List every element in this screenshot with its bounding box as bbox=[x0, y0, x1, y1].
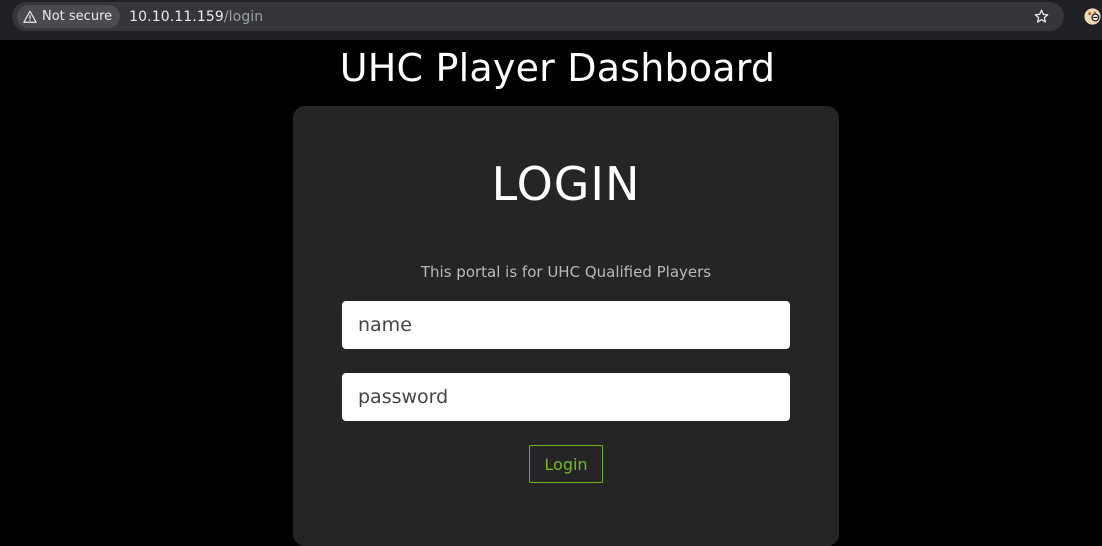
security-label: Not secure bbox=[42, 9, 113, 24]
page-title: UHC Player Dashboard bbox=[339, 46, 776, 90]
login-heading: LOGIN bbox=[491, 157, 641, 211]
url-path: /login bbox=[223, 8, 264, 25]
warning-triangle-icon bbox=[23, 10, 37, 23]
security-indicator[interactable]: Not secure bbox=[17, 5, 121, 28]
login-button[interactable]: Login bbox=[529, 445, 603, 483]
name-input[interactable] bbox=[342, 301, 790, 349]
url-text[interactable]: 10.10.11.159/login bbox=[129, 9, 263, 25]
url-host: 10.10.11.159 bbox=[129, 8, 224, 25]
page-body: UHC Player Dashboard LOGIN This portal i… bbox=[0, 40, 1102, 546]
login-card: LOGIN This portal is for UHC Qualified P… bbox=[293, 106, 839, 546]
star-icon[interactable] bbox=[1033, 8, 1050, 25]
login-subtitle: This portal is for UHC Qualified Players bbox=[420, 263, 712, 281]
address-bar[interactable]: Not secure 10.10.11.159/login bbox=[12, 2, 1064, 31]
browser-toolbar: Not secure 10.10.11.159/login bbox=[0, 0, 1102, 40]
extension-icon[interactable] bbox=[1083, 7, 1102, 26]
password-input[interactable] bbox=[342, 373, 790, 421]
